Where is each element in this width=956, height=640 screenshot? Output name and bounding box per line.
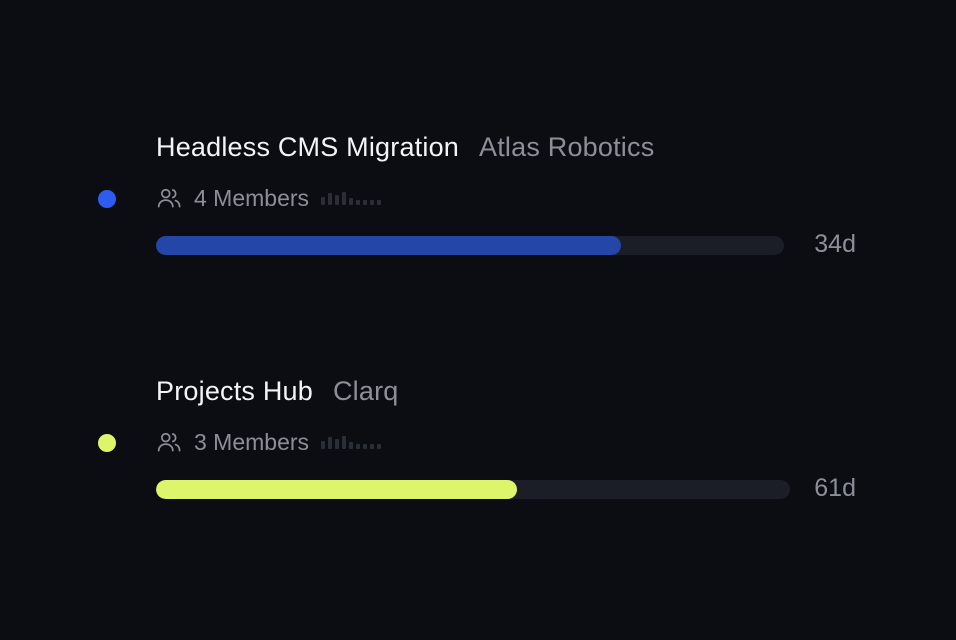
status-dot xyxy=(98,190,116,208)
project-name[interactable]: Headless CMS Migration xyxy=(156,132,459,163)
project-title-row: Projects Hub Clarq xyxy=(156,376,399,416)
project-card[interactable]: Headless CMS Migration Atlas Robotics 4 … xyxy=(0,128,956,258)
users-icon xyxy=(157,432,181,452)
members-row: 4 Members xyxy=(156,184,382,212)
progress-fill xyxy=(156,236,621,255)
members-count: 3 Members xyxy=(194,428,310,455)
days-remaining: 61d xyxy=(814,474,856,502)
project-title-row: Headless CMS Migration Atlas Robotics xyxy=(156,132,654,172)
members-count: 4 Members xyxy=(194,184,310,211)
progress-bar xyxy=(156,236,784,255)
client-name: Atlas Robotics xyxy=(479,132,655,162)
activity-sparkline xyxy=(321,191,382,205)
status-dot xyxy=(98,434,116,452)
activity-sparkline xyxy=(321,435,382,449)
project-list: Headless CMS Migration Atlas Robotics 4 … xyxy=(0,0,956,640)
users-icon xyxy=(157,188,181,208)
progress-fill xyxy=(156,480,518,499)
project-name[interactable]: Projects Hub xyxy=(156,376,313,407)
project-card[interactable]: Projects Hub Clarq 3 Members 61d xyxy=(0,372,956,502)
days-remaining: 34d xyxy=(814,230,856,258)
progress-bar xyxy=(156,480,790,499)
client-name: Clarq xyxy=(332,376,399,406)
members-row: 3 Members xyxy=(156,428,382,456)
